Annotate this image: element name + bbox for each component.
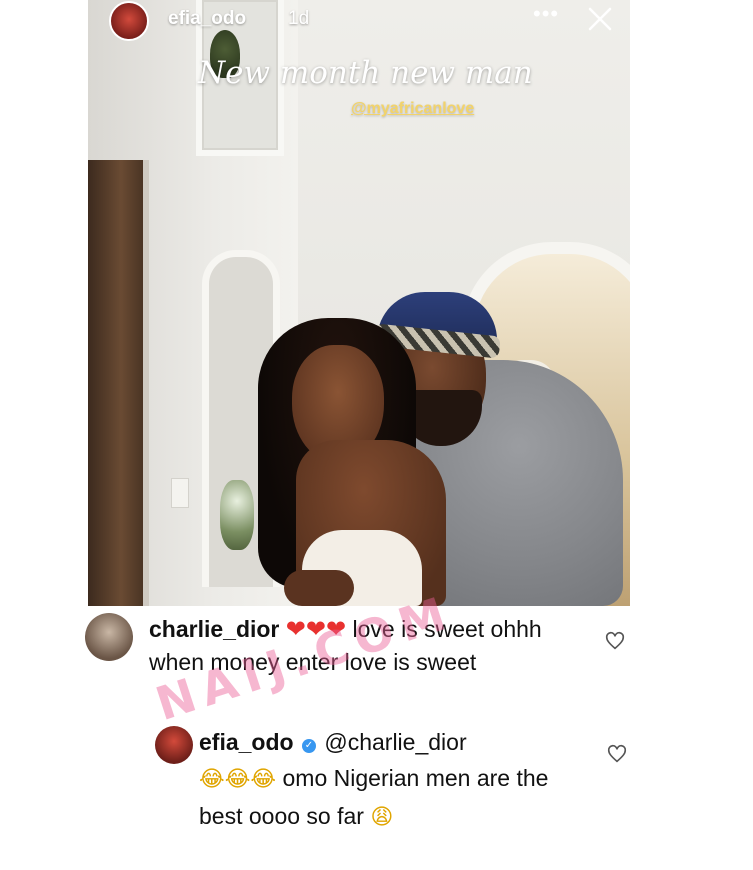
reply-avatar[interactable]: [155, 726, 193, 764]
story-header: efia_odo 1d •••: [88, 0, 630, 46]
story-mention-sticker[interactable]: @myafricanlove: [351, 100, 474, 118]
heart-outline-icon[interactable]: [606, 743, 628, 765]
verified-badge-icon: ✓: [301, 739, 316, 753]
story-username[interactable]: efia_odo: [168, 8, 246, 30]
weary-emoji: 😩: [370, 805, 394, 830]
commenter-avatar[interactable]: [85, 613, 133, 661]
comment-username[interactable]: charlie_dior: [149, 616, 279, 642]
close-icon[interactable]: [585, 4, 615, 34]
story-caption: New month new man: [198, 55, 533, 91]
heart-outline-icon[interactable]: [604, 630, 626, 652]
reply-mention[interactable]: @charlie_dior: [324, 729, 466, 755]
more-horizontal-icon[interactable]: •••: [533, 3, 559, 25]
laughing-emojis: 😂😂😂: [199, 767, 277, 792]
story-avatar[interactable]: [109, 1, 149, 41]
story-timestamp: 1d: [288, 8, 310, 29]
heart-emojis: ❤❤❤: [285, 616, 347, 643]
story-viewer[interactable]: efia_odo 1d ••• New month new man @myafr…: [88, 0, 630, 606]
reply-username[interactable]: efia_odo: [199, 729, 294, 755]
reply-text: efia_odo ✓ @charlie_dior 😂😂😂 omo Nigeria…: [199, 724, 589, 836]
comment-text: charlie_dior ❤❤❤ love is sweet ohhh when…: [149, 613, 579, 679]
